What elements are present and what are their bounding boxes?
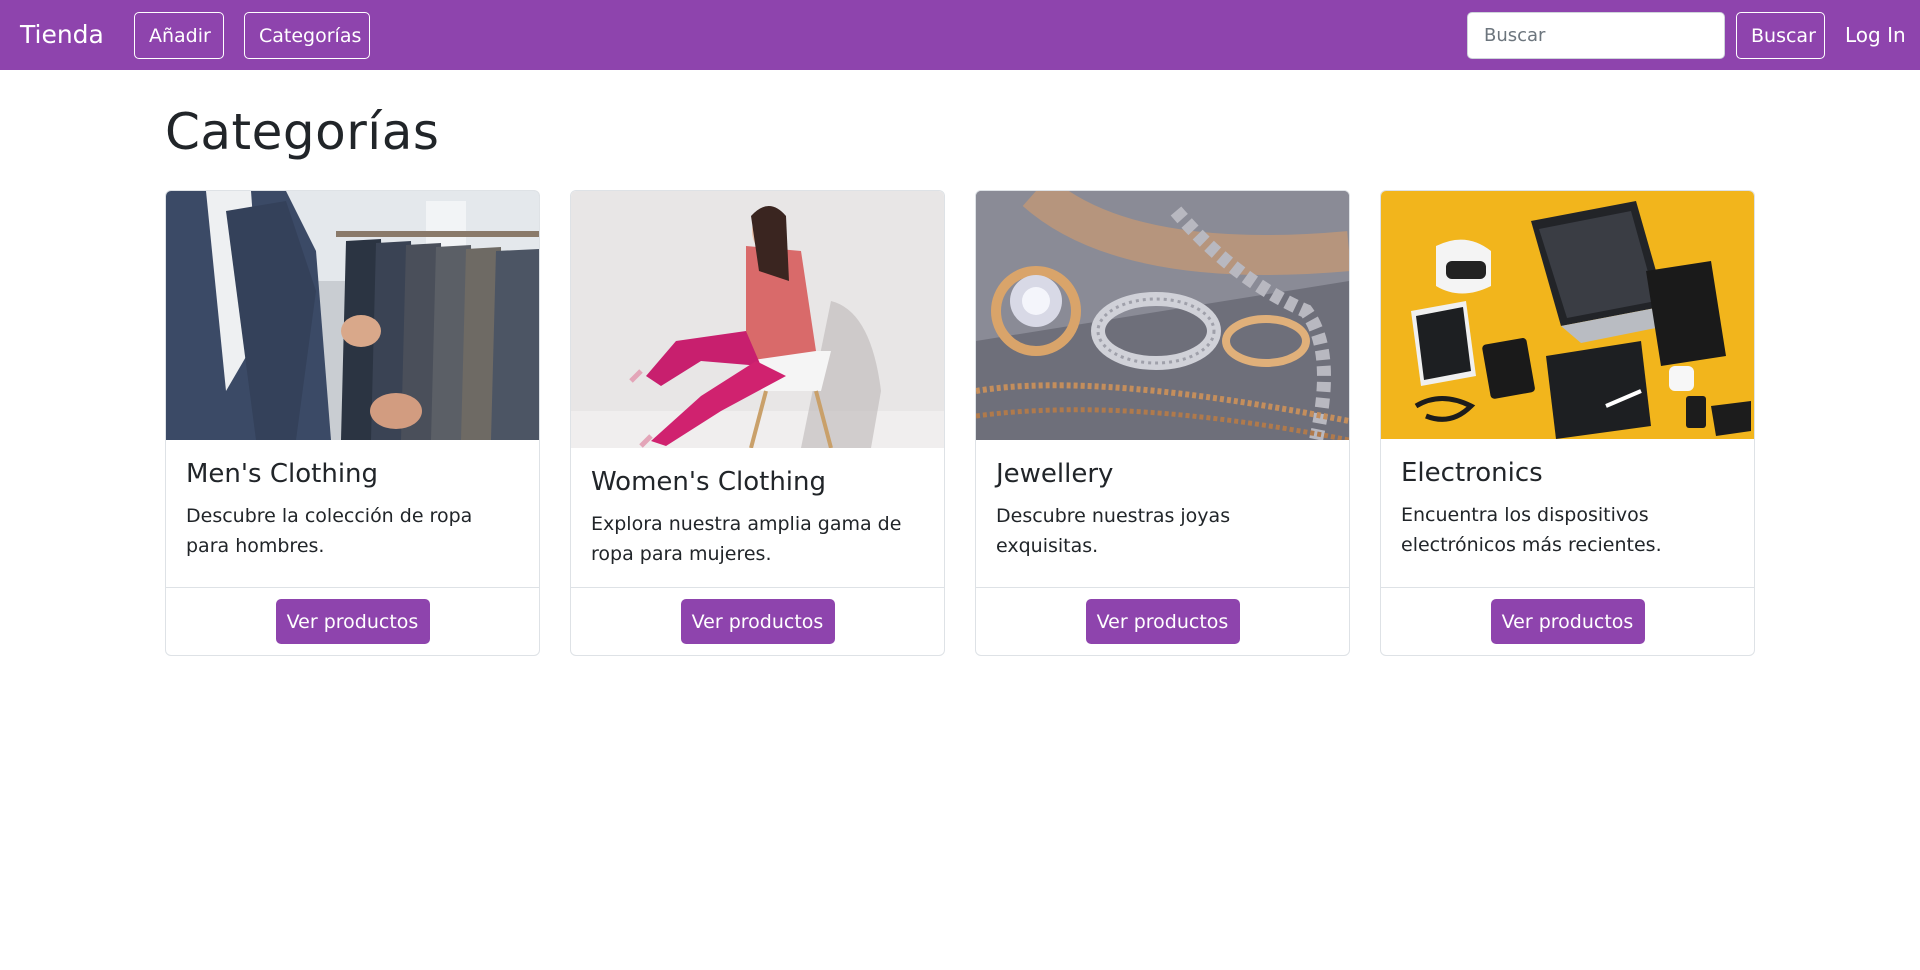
view-products-button[interactable]: Ver productos <box>1085 599 1240 644</box>
view-products-button[interactable]: Ver productos <box>275 599 430 644</box>
mens-clothing-image <box>166 191 539 440</box>
view-products-button[interactable]: Ver productos <box>680 599 835 644</box>
category-title: Men's Clothing <box>186 459 379 489</box>
brand-link[interactable]: Tienda <box>20 18 104 52</box>
add-button[interactable]: Añadir <box>134 12 224 59</box>
page-title: Categorías <box>165 103 440 161</box>
electronics-image <box>1381 191 1754 439</box>
category-description: Descubre nuestras joyas exquisitas. <box>996 505 1231 557</box>
login-link[interactable]: Log In <box>1845 20 1906 50</box>
category-description: Encuentra los dispositivos electrónicos … <box>1401 504 1662 556</box>
navbar: Tienda Añadir Categorías Buscar Log In <box>0 0 1920 70</box>
jewellery-image <box>976 191 1349 440</box>
category-card-jewellery: Jewellery Descubre nuestras joyas exquis… <box>975 190 1350 656</box>
search-button[interactable]: Buscar <box>1736 12 1825 59</box>
card-footer: Ver productos <box>1381 587 1754 655</box>
womens-clothing-image <box>571 191 944 448</box>
search-input[interactable] <box>1467 12 1725 59</box>
category-card-womens-clothing: Women's Clothing Explora nuestra amplia … <box>570 190 945 656</box>
view-products-button[interactable]: Ver productos <box>1490 599 1645 644</box>
category-card-electronics: Electronics Encuentra los dispositivos e… <box>1380 190 1755 656</box>
category-title: Electronics <box>1401 458 1543 488</box>
category-title: Jewellery <box>996 459 1114 489</box>
category-title: Women's Clothing <box>591 467 827 497</box>
card-footer: Ver productos <box>571 587 944 655</box>
category-description: Explora nuestra amplia gama de ropa para… <box>591 513 902 565</box>
card-footer: Ver productos <box>166 587 539 655</box>
card-footer: Ver productos <box>976 587 1349 655</box>
category-description: Descubre la colección de ropa para hombr… <box>186 505 473 557</box>
categories-button[interactable]: Categorías <box>244 12 370 59</box>
category-card-mens-clothing: Men's Clothing Descubre la colección de … <box>165 190 540 656</box>
